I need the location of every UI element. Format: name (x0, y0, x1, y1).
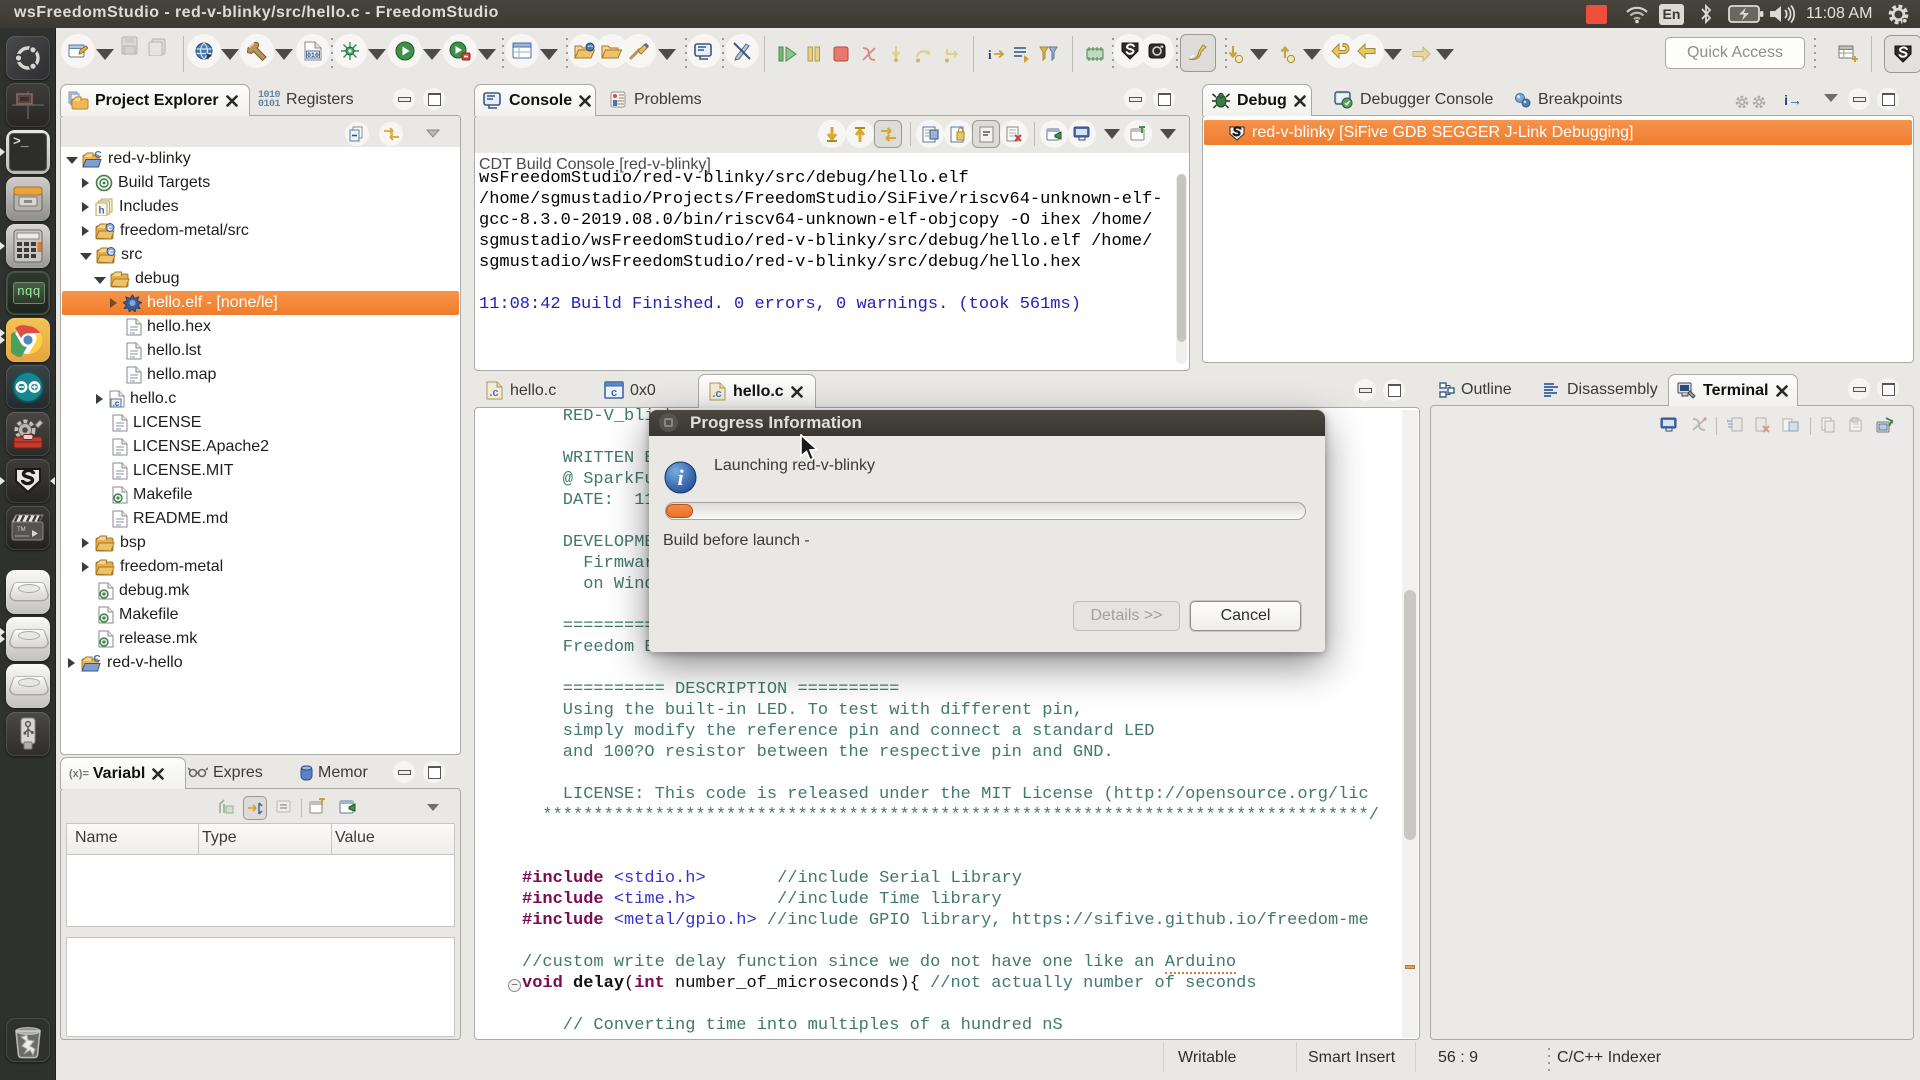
svg-text:C: C (93, 654, 100, 665)
svg-text:h: h (98, 206, 104, 217)
svg-text:.c: .c (489, 387, 498, 399)
svg-text:.c: .c (712, 388, 721, 400)
svg-text:TM: TM (17, 527, 26, 533)
svg-text:c: c (611, 387, 617, 399)
svg-text:c: c (109, 247, 114, 256)
svg-text:C: C (94, 150, 101, 161)
svg-text:010: 010 (307, 52, 319, 59)
svg-text:i: i (988, 47, 992, 62)
svg-text:i: i (677, 465, 684, 490)
svg-text:.c: .c (113, 399, 120, 408)
svg-text:c: c (108, 223, 113, 232)
